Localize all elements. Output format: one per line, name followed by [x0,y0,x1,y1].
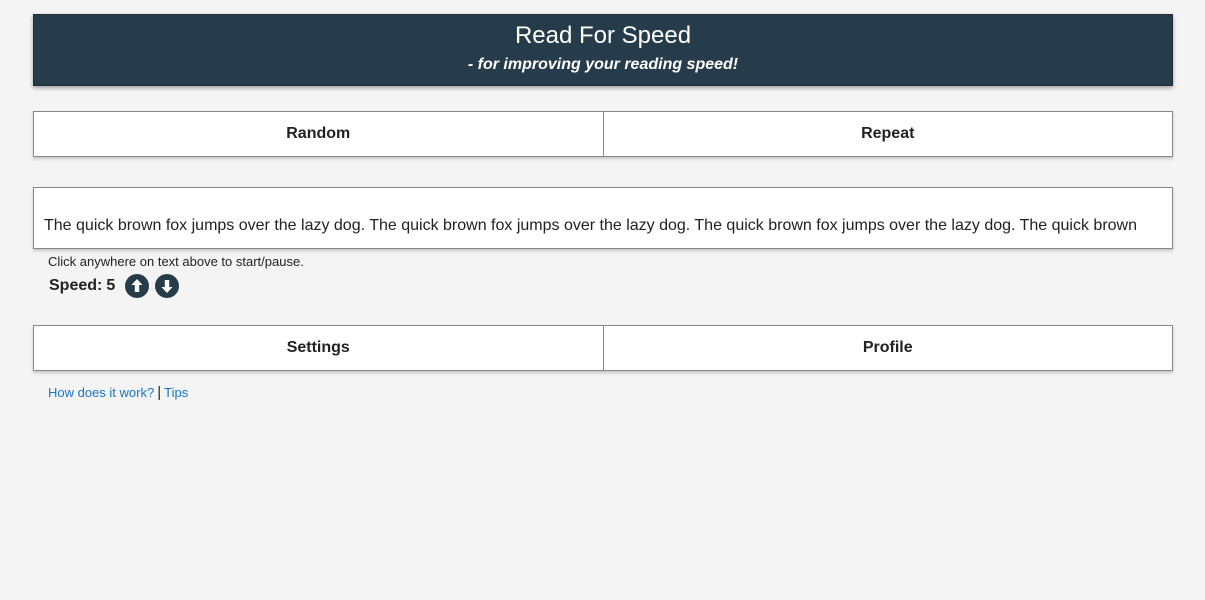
tips-link[interactable]: Tips [164,385,188,400]
page-title: Read For Speed [514,22,692,49]
app-container: Read For Speed - for improving your read… [33,14,1173,401]
repeat-button[interactable]: Repeat [602,111,1173,157]
speed-control: Speed: 5 [49,274,185,298]
link-separator: | [157,384,162,401]
profile-button[interactable]: Profile [602,325,1173,371]
page-subtitle: - for improving your reading speed! [467,56,739,73]
how-it-works-link[interactable]: How does it work? [48,385,154,400]
speed-value: 5 [106,277,116,294]
bottom-button-row: Settings Profile [33,325,1173,371]
random-button[interactable]: Random [33,111,604,157]
speed-down-icon[interactable] [155,274,180,298]
reading-text-area[interactable]: The quick brown fox jumps over the lazy … [33,187,1173,249]
start-pause-hint: Click anywhere on text above to start/pa… [48,254,304,269]
top-button-row: Random Repeat [33,111,1173,157]
reading-text: The quick brown fox jumps over the lazy … [44,217,1137,234]
page-header: Read For Speed - for improving your read… [33,14,1173,86]
help-links: How does it work? | Tips [48,384,188,401]
settings-button[interactable]: Settings [33,325,604,371]
speed-label: Speed: [49,277,103,294]
speed-up-icon[interactable] [125,274,150,298]
